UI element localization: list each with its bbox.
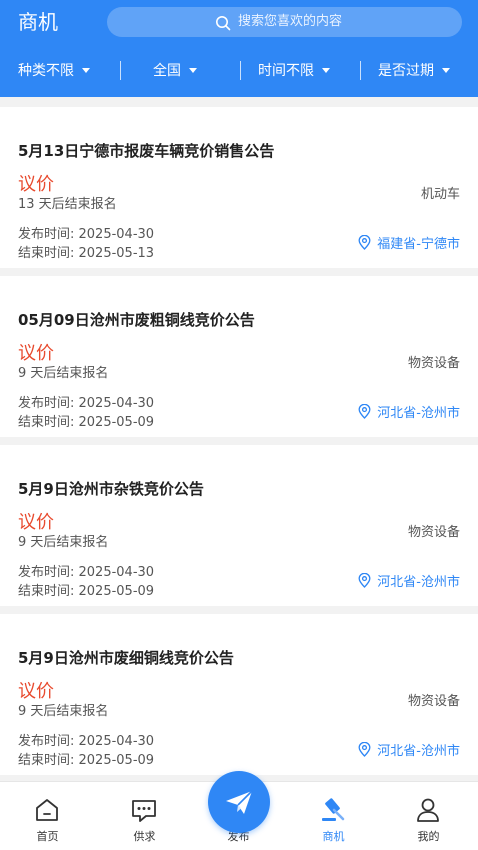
listing-price-type: 议价: [18, 174, 54, 195]
tab-home[interactable]: 首页: [0, 782, 95, 850]
filter-divider: [360, 61, 361, 80]
tab-supply-label: 供求: [133, 830, 156, 843]
listing-end-time: 结束时间: 2025-05-09: [18, 753, 155, 768]
listing-countdown: 9 天后结束报名: [18, 366, 109, 381]
listing-price-type: 议价: [18, 681, 54, 702]
listing-category: 机动车: [420, 187, 460, 202]
tab-supply[interactable]: 供求: [97, 782, 192, 850]
filter-divider: [240, 61, 241, 80]
filter-region[interactable]: 全国: [153, 61, 197, 81]
listing-countdown: 9 天后结束报名: [18, 535, 109, 550]
listing-end-time: 结束时间: 2025-05-09: [18, 584, 155, 599]
publish-fab-button[interactable]: [208, 771, 270, 833]
listing-price-type: 议价: [18, 512, 54, 533]
listing-title: 5月13日宁德市报废车辆竞价销售公告: [18, 142, 275, 160]
tab-mine[interactable]: 我的: [381, 782, 476, 850]
listing-category: 物资设备: [407, 356, 460, 371]
listing-location: 福建省-宁德市: [358, 234, 460, 254]
listing-price-type: 议价: [18, 343, 54, 364]
caret-down-icon: [189, 67, 197, 73]
tab-business[interactable]: 商机: [286, 782, 381, 850]
top-header: 商机 搜索您喜欢的内容 种类不限 全国 时间不限 是否过期: [0, 0, 478, 97]
search-placeholder: 搜索您喜欢的内容: [238, 14, 343, 29]
listing-location-text: 河北省-沧州市: [377, 575, 460, 590]
caret-down-icon: [322, 67, 330, 73]
listing-card[interactable]: 5月13日宁德市报废车辆竞价销售公告 议价 13 天后结束报名 发布时间: 20…: [0, 107, 478, 268]
listing-card[interactable]: 5月9日沧州市废细铜线竞价公告 议价 9 天后结束报名 发布时间: 2025-0…: [0, 614, 478, 775]
tab-mine-label: 我的: [417, 830, 440, 843]
chat-bubble-icon: [132, 800, 156, 822]
listing-location: 河北省-沧州市: [358, 403, 460, 423]
listing-title: 5月9日沧州市杂铁竞价公告: [18, 480, 204, 498]
gavel-icon: [322, 798, 345, 821]
location-pin-icon: [358, 741, 371, 757]
filter-expired-label: 是否过期: [378, 63, 434, 79]
listing-publish-time: 发布时间: 2025-04-30: [18, 396, 155, 411]
filter-time[interactable]: 时间不限: [258, 61, 330, 81]
listing-end-time: 结束时间: 2025-05-13: [18, 246, 155, 261]
page-title: 商机: [18, 10, 58, 34]
listing-category: 物资设备: [407, 525, 460, 540]
paper-plane-icon: [226, 790, 253, 814]
listing-card[interactable]: 5月9日沧州市杂铁竞价公告 议价 9 天后结束报名 发布时间: 2025-04-…: [0, 445, 478, 606]
listing-card[interactable]: 05月09日沧州市废粗铜线竞价公告 议价 9 天后结束报名 发布时间: 2025…: [0, 276, 478, 437]
search-bar[interactable]: 搜索您喜欢的内容: [107, 7, 462, 37]
search-icon: [216, 16, 231, 31]
location-pin-icon: [358, 572, 371, 588]
listing-title: 05月09日沧州市废粗铜线竞价公告: [18, 311, 255, 329]
listing-location: 河北省-沧州市: [358, 572, 460, 592]
listing-category: 物资设备: [407, 694, 460, 709]
tab-home-label: 首页: [36, 830, 59, 843]
filter-time-label: 时间不限: [258, 63, 314, 79]
filter-category[interactable]: 种类不限: [18, 61, 90, 81]
listing-end-time: 结束时间: 2025-05-09: [18, 415, 155, 430]
listing-countdown: 13 天后结束报名: [18, 197, 117, 212]
listing-location-text: 河北省-沧州市: [377, 744, 460, 759]
filter-category-label: 种类不限: [18, 63, 74, 79]
listing-location-text: 福建省-宁德市: [377, 237, 460, 252]
listing-location-text: 河北省-沧州市: [377, 406, 460, 421]
listing-publish-time: 发布时间: 2025-04-30: [18, 227, 155, 242]
listing-publish-time: 发布时间: 2025-04-30: [18, 734, 155, 749]
filter-divider: [120, 61, 121, 80]
caret-down-icon: [442, 67, 450, 73]
tab-business-label: 商机: [322, 830, 345, 843]
location-pin-icon: [358, 234, 371, 250]
listing-countdown: 9 天后结束报名: [18, 704, 109, 719]
filter-region-label: 全国: [153, 63, 181, 79]
home-icon: [36, 799, 58, 821]
filter-expired[interactable]: 是否过期: [378, 61, 450, 81]
caret-down-icon: [82, 67, 90, 73]
listing-title: 5月9日沧州市废细铜线竞价公告: [18, 649, 234, 667]
user-icon: [417, 798, 439, 822]
location-pin-icon: [358, 403, 371, 419]
listing-publish-time: 发布时间: 2025-04-30: [18, 565, 155, 580]
listing-location: 河北省-沧州市: [358, 741, 460, 761]
